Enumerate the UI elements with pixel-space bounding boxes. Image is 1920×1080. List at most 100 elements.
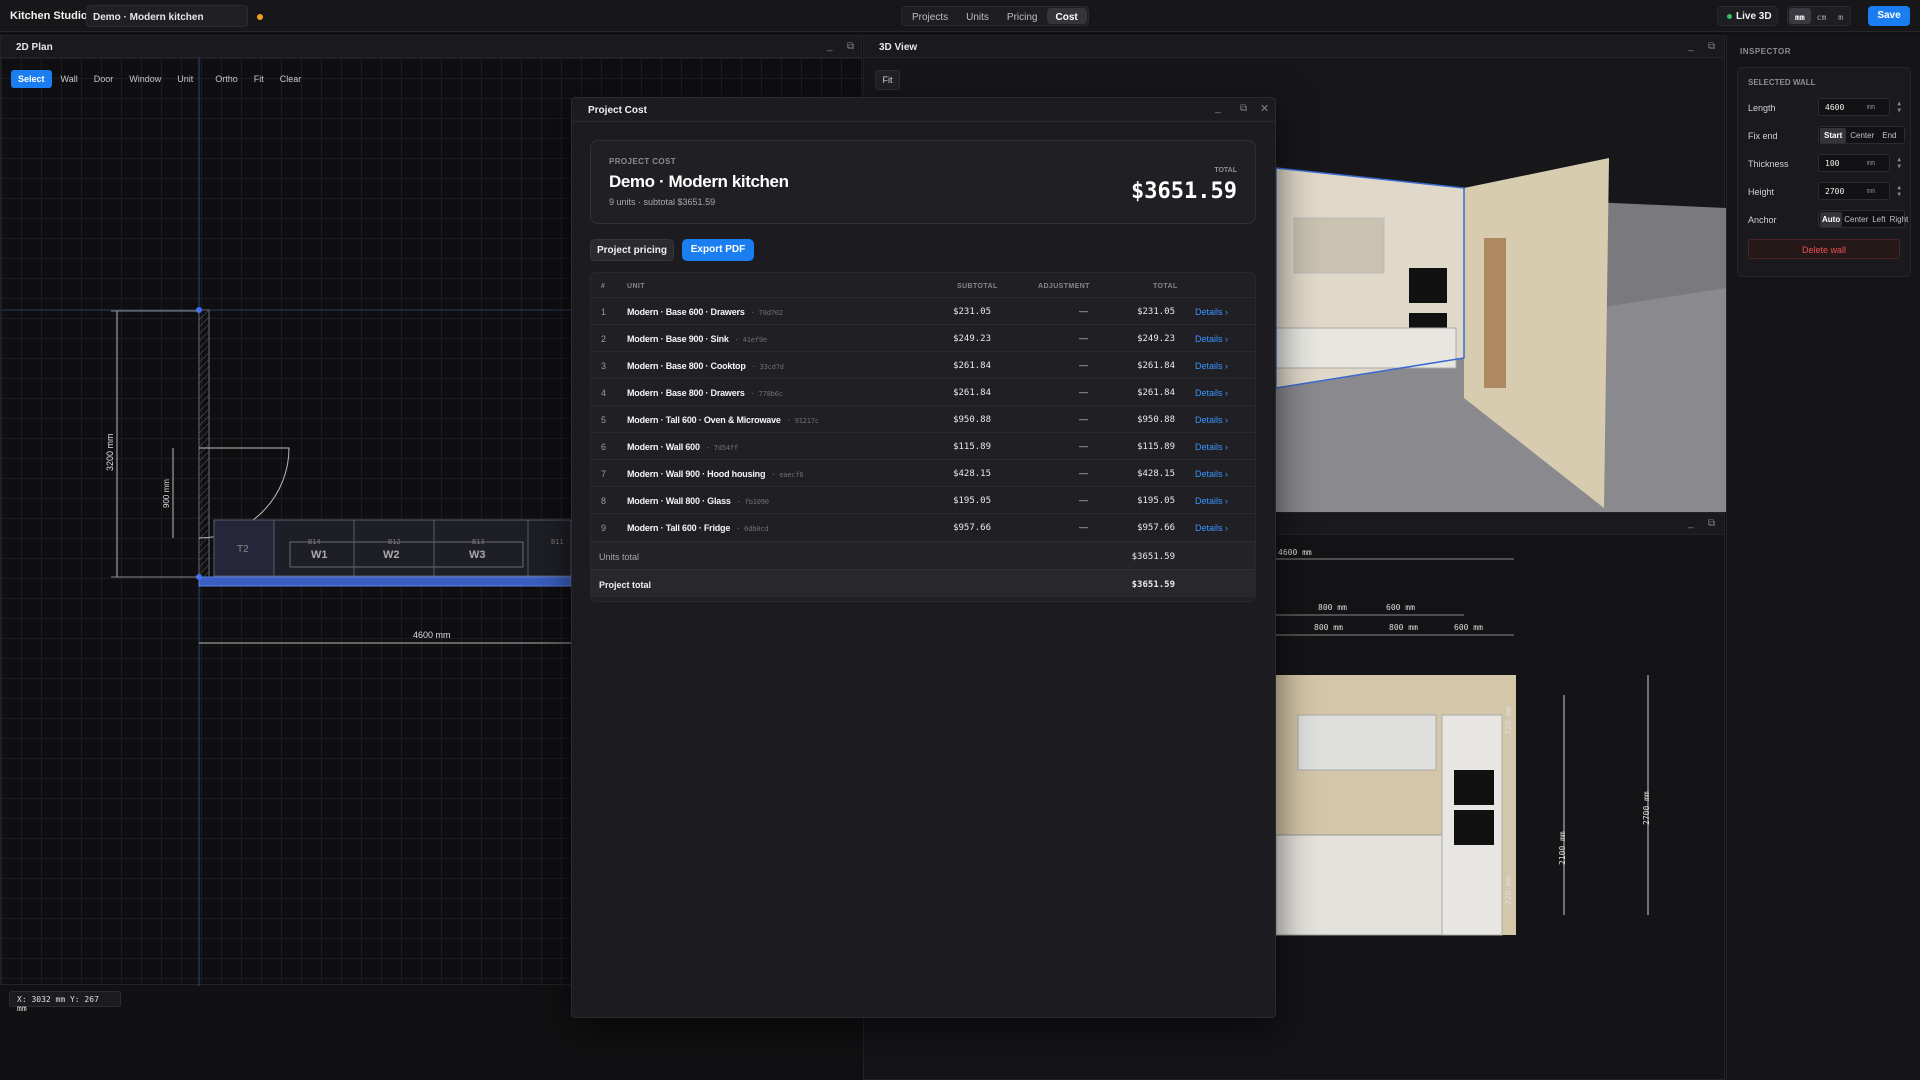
export-pdf-button[interactable]: Export PDF	[682, 239, 754, 261]
project-name-field[interactable]: Demo · Modern kitchen	[86, 5, 248, 27]
unit-cm[interactable]: cm	[1811, 8, 1833, 24]
row-unit-id: · fb1090	[736, 498, 769, 506]
cost-summary-card: PROJECT COST Demo · Modern kitchen 9 uni…	[590, 140, 1256, 224]
row-unit-id: · 7d54ff	[705, 444, 738, 452]
popout-icon[interactable]: ⧉	[1708, 518, 1715, 529]
tool-wall[interactable]: Wall	[54, 70, 85, 88]
row-details-link[interactable]: Details ›	[1195, 361, 1228, 371]
selected-wall-card: SELECTED WALL Length 4600 mm ▲ ▼ Fix end St…	[1737, 67, 1911, 277]
thickness-label: Thickness	[1748, 159, 1789, 169]
col-num: #	[601, 283, 606, 290]
table-row: 8 Modern · Wall 800 · Glass · fb1090 $195…	[591, 486, 1255, 513]
summary-project-name: Demo · Modern kitchen	[609, 172, 789, 191]
minimize-icon[interactable]: _	[1688, 41, 1694, 52]
anchor-left[interactable]: Left	[1870, 212, 1887, 227]
unit-m[interactable]: m	[1832, 8, 1849, 24]
dim-door: 900 mm	[162, 479, 171, 508]
row-subtotal: $195.05	[953, 496, 991, 506]
row-unit-name: Modern · Wall 900 · Hood housing	[627, 469, 766, 479]
row-adjustment: —	[1079, 333, 1088, 343]
popout-icon[interactable]: ⧉	[847, 41, 854, 52]
thickness-value: 100	[1825, 159, 1840, 168]
row-details-link[interactable]: Details ›	[1195, 523, 1228, 533]
minimize-icon[interactable]: _	[827, 41, 833, 52]
close-icon[interactable]: ✕	[1260, 102, 1269, 115]
project-total-value: $3651.59	[1131, 580, 1175, 590]
tab-projects[interactable]: Projects	[903, 8, 957, 24]
minimize-icon[interactable]: _	[1688, 518, 1694, 529]
row-adjustment: —	[1079, 441, 1088, 451]
row-details-link[interactable]: Details ›	[1195, 469, 1228, 479]
length-field[interactable]: 4600 mm ▲ ▼	[1818, 98, 1901, 116]
tool-clear[interactable]: Clear	[273, 70, 309, 88]
popout-icon[interactable]: ⧉	[1708, 41, 1715, 52]
dim-wall-height: 3200 mm	[105, 433, 115, 471]
row-details-link[interactable]: Details ›	[1195, 442, 1228, 452]
plan-toolbar: Select Wall Door Window Unit Ortho Fit C…	[11, 70, 308, 88]
anchor-center[interactable]: Center	[1842, 212, 1870, 227]
row-unit-name: Modern · Base 800 · Cooktop	[627, 361, 746, 371]
row-total: $957.66	[1137, 523, 1175, 533]
live-status-icon	[1727, 14, 1732, 19]
delete-wall-button[interactable]: Delete wall	[1748, 239, 1900, 259]
tool-door[interactable]: Door	[87, 70, 121, 88]
units-total-value: $3651.59	[1131, 552, 1175, 562]
row-subtotal: $115.89	[953, 442, 991, 452]
unit-w3-label: W3	[469, 549, 486, 561]
row-unit-name: Modern · Base 900 · Sink	[627, 334, 729, 344]
row-total: $261.84	[1137, 388, 1175, 398]
row-details-link[interactable]: Details ›	[1195, 415, 1228, 425]
thickness-field[interactable]: 100 mm ▲ ▼	[1818, 154, 1901, 172]
project-pricing-button[interactable]: Project pricing	[590, 239, 674, 261]
unit-t2-label: T2	[237, 544, 249, 555]
row-details-link[interactable]: Details ›	[1195, 388, 1228, 398]
minimize-icon[interactable]: _	[1215, 103, 1221, 114]
tool-select[interactable]: Select	[11, 70, 52, 88]
row-number: 3	[601, 361, 607, 371]
table-row: 6 Modern · Wall 600 · 7d54ff $115.89 — $1…	[591, 432, 1255, 459]
tab-cost[interactable]: Cost	[1046, 8, 1087, 24]
tool-ortho[interactable]: Ortho	[208, 70, 245, 88]
thickness-spinner-icon[interactable]: ▲ ▼	[1897, 156, 1901, 170]
row-number: 6	[601, 442, 607, 452]
popout-icon[interactable]: ⧉	[1240, 103, 1247, 114]
cost-dialog-header: Project Cost _ ⧉ ✕	[572, 98, 1275, 122]
row-details-link[interactable]: Details ›	[1195, 496, 1228, 506]
view3d-header: 3D View _ ⧉	[864, 36, 1724, 58]
unit-b14-label: B14	[308, 538, 321, 546]
app-title: Kitchen Studio	[10, 10, 88, 22]
live-3d-toggle[interactable]: Live 3D	[1717, 6, 1778, 26]
thickness-unit: mm	[1866, 159, 1875, 167]
fixend-end[interactable]: End	[1878, 128, 1900, 143]
col-subtotal: SUBTOTAL	[957, 283, 998, 290]
live-3d-label: Live 3D	[1736, 11, 1772, 22]
tool-unit[interactable]: Unit	[170, 70, 200, 88]
tool-window[interactable]: Window	[122, 70, 168, 88]
height-spinner-icon[interactable]: ▲ ▼	[1897, 184, 1901, 198]
fixend-center[interactable]: Center	[1846, 128, 1878, 143]
length-spinner-icon[interactable]: ▲ ▼	[1897, 100, 1901, 114]
project-cost-dialog: Project Cost _ ⧉ ✕ PROJECT COST Demo · M…	[571, 97, 1276, 1018]
height-value: 2700	[1825, 187, 1845, 196]
row-details-link[interactable]: Details ›	[1195, 307, 1228, 317]
anchor-auto[interactable]: Auto	[1820, 211, 1843, 227]
table-row: 4 Modern · Base 800 · Drawers · 778b6c $2…	[591, 378, 1255, 405]
unsaved-indicator	[257, 14, 263, 20]
elev-dim-h2: 2100 mm	[1558, 831, 1567, 865]
save-button[interactable]: Save	[1868, 6, 1910, 26]
unit-mm[interactable]: mm	[1789, 8, 1811, 24]
tab-units[interactable]: Units	[957, 8, 998, 24]
tab-pricing[interactable]: Pricing	[998, 8, 1047, 24]
row-unit-id: · 6db0cd	[736, 525, 769, 533]
row-adjustment: —	[1079, 522, 1088, 532]
cost-dialog-title: Project Cost	[588, 105, 647, 116]
fixend-start[interactable]: Start	[1820, 127, 1847, 143]
height-field[interactable]: 2700 mm ▲ ▼	[1818, 182, 1901, 200]
tool-fit[interactable]: Fit	[247, 70, 271, 88]
row-adjustment: —	[1079, 468, 1088, 478]
anchor-right[interactable]: Right	[1888, 212, 1911, 227]
elev-dim-a: 800 mm	[1318, 603, 1347, 612]
unit-b13-label: B13	[472, 538, 485, 546]
elev-dim-b: 600 mm	[1386, 603, 1415, 612]
row-details-link[interactable]: Details ›	[1195, 334, 1228, 344]
